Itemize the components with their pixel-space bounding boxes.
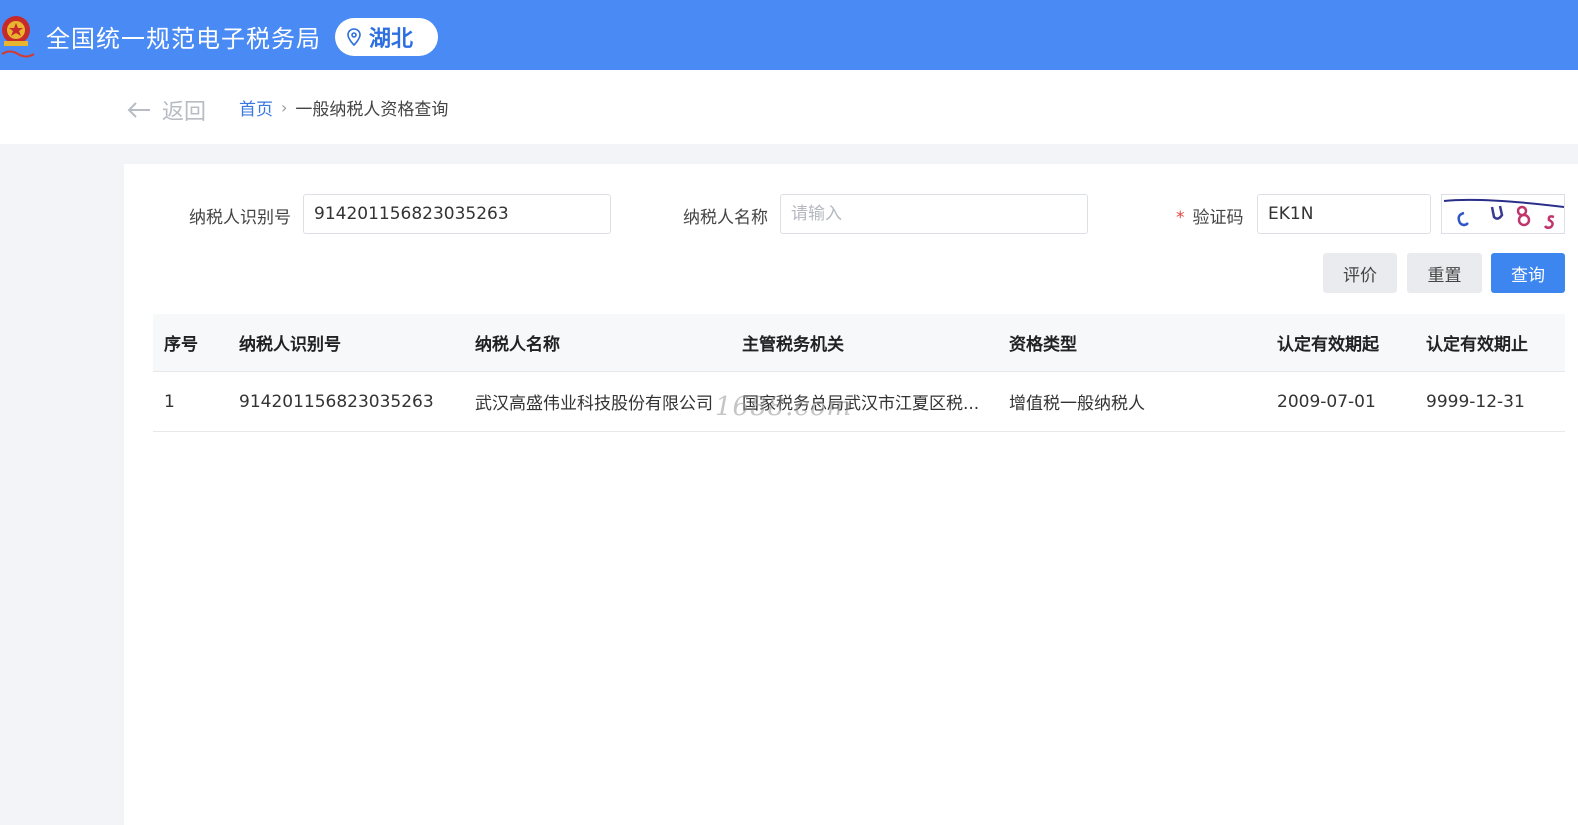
top-header: 全国统一规范电子税务局 湖北 <box>0 0 1578 70</box>
evaluate-button[interactable]: 评价 <box>1323 253 1397 293</box>
region-label: 湖北 <box>369 27 414 52</box>
table-cell: 1 <box>164 391 175 412</box>
taxpayer-name-input[interactable] <box>780 194 1088 234</box>
taxpayer-id-label: 纳税人识别号 <box>189 208 291 228</box>
breadcrumb-home-link[interactable]: 首页 <box>239 95 273 120</box>
column-header: 纳税人名称 <box>475 335 560 355</box>
breadcrumb: 首页 › 一般纳税人资格查询 <box>239 95 448 120</box>
table-cell: 国家税务总局武汉市江夏区税... <box>742 394 980 414</box>
required-mark: * <box>1176 208 1185 228</box>
captcha-label: 验证码 <box>1192 208 1244 228</box>
query-panel: 纳税人识别号 纳税人名称 * 验证码 评价 重置 查询 序号 纳税人识别号 纳税人… <box>124 164 1578 825</box>
column-header: 资格类型 <box>1009 335 1077 355</box>
table-row: 1 914201156823035263 武汉高盛伟业科技股份有限公司 国家税务… <box>153 372 1565 432</box>
column-header: 认定有效期起 <box>1277 335 1379 355</box>
taxpayer-id-input[interactable] <box>303 194 611 234</box>
taxpayer-name-label: 纳税人名称 <box>683 208 768 228</box>
table-cell: 增值税一般纳税人 <box>1009 394 1145 414</box>
arrow-left-icon <box>127 102 150 118</box>
table-cell: 9999-12-31 <box>1426 391 1525 412</box>
captcha-glyphs-image <box>1443 198 1564 230</box>
breadcrumb-current-page: 一般纳税人资格查询 <box>295 100 449 120</box>
site-title: 全国统一规范电子税务局 <box>46 25 321 53</box>
location-pin-icon <box>347 28 361 46</box>
table-cell: 武汉高盛伟业科技股份有限公司 <box>475 394 713 414</box>
captcha-image[interactable] <box>1441 194 1565 234</box>
table-cell: 914201156823035263 <box>239 391 434 412</box>
column-header: 序号 <box>164 335 198 355</box>
reset-button[interactable]: 重置 <box>1407 253 1482 293</box>
column-header: 认定有效期止 <box>1426 335 1528 355</box>
back-label: 返回 <box>162 100 207 125</box>
captcha-label-group: * 验证码 <box>1176 203 1244 228</box>
query-button[interactable]: 查询 <box>1491 253 1565 293</box>
breadcrumb-separator: › <box>281 98 288 117</box>
region-selector[interactable]: 湖北 <box>335 18 438 56</box>
table-header-row: 序号 纳税人识别号 纳税人名称 主管税务机关 资格类型 认定有效期起 认定有效期… <box>153 314 1565 372</box>
back-button[interactable]: 返回 <box>126 94 206 126</box>
national-emblem-logo <box>1 16 35 58</box>
column-header: 主管税务机关 <box>742 335 844 355</box>
table-cell: 2009-07-01 <box>1277 391 1376 412</box>
results-table: 序号 纳税人识别号 纳税人名称 主管税务机关 资格类型 认定有效期起 认定有效期… <box>153 314 1565 432</box>
breadcrumb-bar: 返回 首页 › 一般纳税人资格查询 <box>0 70 1578 144</box>
column-header: 纳税人识别号 <box>239 335 341 355</box>
captcha-input[interactable] <box>1257 194 1431 234</box>
